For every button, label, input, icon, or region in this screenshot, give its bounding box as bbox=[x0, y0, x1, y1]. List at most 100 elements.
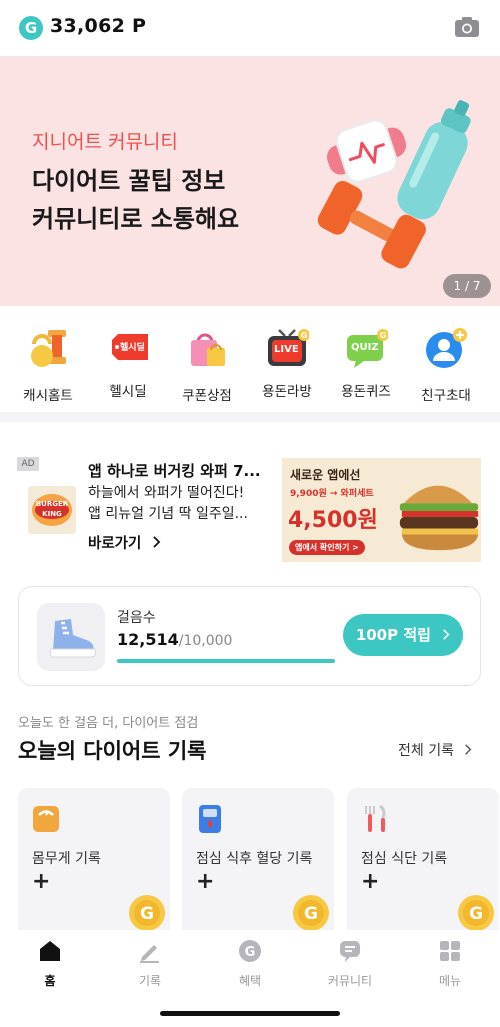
view-all-label: 전체 기록 bbox=[398, 743, 454, 759]
svg-text:G: G bbox=[469, 904, 483, 924]
earn-points-label: 100P 적립 bbox=[355, 626, 431, 644]
live-tv-icon: G LIVE bbox=[265, 326, 309, 370]
glucose-record-card[interactable]: 점심 식후 혈당 기록 + G bbox=[182, 788, 334, 938]
card-label: 몸무게 기록 bbox=[32, 851, 101, 867]
shortcut-coupon-store[interactable]: 쿠폰상점 bbox=[168, 326, 246, 404]
banner-title-line2: 커뮤니티로 소통해요 bbox=[32, 205, 240, 233]
burger-king-logo: BURGER KING bbox=[28, 486, 76, 534]
pencil-icon bbox=[140, 945, 159, 963]
nav-label: 커뮤니티 bbox=[327, 974, 373, 988]
g-coin-icon: G bbox=[458, 895, 494, 931]
ad-desc-line2: 앱 리뉴얼 기념 딱 일주일... bbox=[88, 506, 248, 522]
shortcut-label: 용돈퀴즈 bbox=[341, 384, 391, 400]
camera-icon[interactable] bbox=[454, 16, 480, 38]
shortcut-menu: 캐시홈트 헬시딜 헬시딜 쿠폰상점 G LIVE 용돈라방 G QUIZ 용돈퀴… bbox=[0, 306, 500, 412]
promo-banner[interactable]: 지니어트 커뮤니티 다이어트 꿀팁 정보 커뮤니티로 소통해요 1 / 7 bbox=[0, 56, 500, 306]
points-balance[interactable]: 33,062 P bbox=[50, 15, 146, 37]
kettlebell-icon bbox=[31, 330, 66, 367]
svg-text:G: G bbox=[304, 904, 318, 924]
nav-menu[interactable]: 메뉴 bbox=[400, 938, 500, 989]
ad-title: 앱 하나로 버거킹 와퍼 7... bbox=[88, 462, 261, 480]
svg-text:G: G bbox=[301, 331, 308, 340]
fork-knife-icon bbox=[365, 804, 386, 832]
steps-section: 걸음수 12,514/10,000 100P 적립 bbox=[0, 584, 500, 696]
nav-label: 기록 bbox=[138, 974, 162, 988]
banner-title: 다이어트 꿀팁 정보 커뮤니티로 소통해요 bbox=[32, 162, 239, 238]
shortcut-cash-home-training[interactable]: 캐시홈트 bbox=[9, 326, 87, 404]
nav-benefits[interactable]: G 혜택 bbox=[200, 938, 300, 989]
steps-count: 12,514/10,000 bbox=[117, 630, 232, 649]
nav-label: 메뉴 bbox=[438, 974, 462, 988]
burger-illustration bbox=[399, 485, 479, 551]
shortcut-label: 쿠폰상점 bbox=[182, 388, 232, 404]
ad-image-old-price: 9,900원 → 와퍼세트 bbox=[290, 489, 374, 499]
svg-text:G: G bbox=[380, 331, 387, 340]
shortcut-label: 헬시딜 bbox=[109, 384, 147, 400]
bottom-navigation: 홈 기록 G 혜택 커뮤니티 메뉴 bbox=[0, 930, 500, 1027]
banner-eyebrow: 지니어트 커뮤니티 bbox=[32, 131, 178, 153]
nav-home[interactable]: 홈 bbox=[0, 938, 100, 989]
add-icon: + bbox=[32, 869, 51, 894]
fitness-illustration bbox=[317, 100, 471, 269]
ad-banner[interactable]: AD BURGER KING 앱 하나로 버거킹 와퍼 7... 하늘에서 와퍼… bbox=[0, 422, 500, 584]
diet-title: 오늘의 다이어트 기록 bbox=[18, 739, 207, 763]
ad-image[interactable]: 새로운 앱에선 9,900원 → 와퍼세트 4,500원 앱에서 확인하기 > bbox=[282, 458, 481, 562]
live-badge: LIVE bbox=[274, 344, 299, 355]
ad-tag: AD bbox=[17, 457, 39, 471]
steps-progress-bar bbox=[117, 659, 335, 663]
lunch-meal-record-card[interactable]: 점심 식단 기록 + G bbox=[347, 788, 499, 938]
nav-label: 혜택 bbox=[238, 974, 262, 988]
steps-count-value: 12,514 bbox=[117, 630, 179, 649]
shortcut-invite-friend[interactable]: 친구초대 bbox=[407, 326, 485, 404]
g-coin-icon: G bbox=[293, 895, 329, 931]
ad-description: 하늘에서 와퍼가 떨어진다! 앱 리뉴얼 기념 딱 일주일... bbox=[88, 483, 266, 525]
shoe-icon-box bbox=[37, 603, 105, 671]
ad-image-headline: 새로운 앱에선 bbox=[290, 468, 361, 482]
chat-bubble-icon bbox=[340, 941, 360, 962]
steps-label: 걸음수 bbox=[117, 610, 156, 626]
home-icon bbox=[40, 941, 60, 961]
steps-card[interactable]: 걸음수 12,514/10,000 100P 적립 bbox=[18, 586, 481, 686]
steps-goal: /10,000 bbox=[178, 633, 233, 649]
earn-points-button[interactable]: 100P 적립 bbox=[343, 614, 463, 656]
shortcut-healthy-deal[interactable]: 헬시딜 헬시딜 bbox=[89, 326, 167, 400]
shortcut-live-broadcast[interactable]: G LIVE 용돈라방 bbox=[248, 326, 326, 400]
weight-record-card[interactable]: 몸무게 기록 + G bbox=[18, 788, 170, 938]
quiz-badge: QUIZ bbox=[351, 342, 379, 353]
card-label: 점심 식후 혈당 기록 bbox=[196, 851, 313, 867]
chevron-right-icon bbox=[465, 744, 472, 755]
scale-icon bbox=[33, 806, 59, 832]
quiz-bubble-icon: G QUIZ bbox=[344, 326, 388, 370]
nav-label: 홈 bbox=[44, 974, 56, 988]
banner-page-indicator: 1 / 7 bbox=[443, 274, 491, 298]
shortcut-label: 용돈라방 bbox=[262, 384, 312, 400]
nav-record[interactable]: 기록 bbox=[100, 938, 200, 989]
nav-community[interactable]: 커뮤니티 bbox=[300, 938, 400, 989]
svg-text:G: G bbox=[245, 945, 256, 960]
diet-record-section: 오늘도 한 걸음 더, 다이어트 점검 오늘의 다이어트 기록 전체 기록 몸무… bbox=[0, 696, 500, 938]
top-header: G 33,062 P bbox=[0, 0, 500, 56]
view-all-records-link[interactable]: 전체 기록 bbox=[398, 740, 472, 760]
add-friend-icon bbox=[426, 328, 467, 368]
ad-desc-line1: 하늘에서 와퍼가 떨어진다! bbox=[88, 485, 245, 501]
add-icon: + bbox=[361, 869, 380, 894]
chevron-right-icon bbox=[443, 629, 450, 640]
glucose-meter-icon bbox=[199, 805, 221, 833]
healthy-deal-tag-icon: 헬시딜 bbox=[106, 326, 150, 370]
shopping-bag-icon bbox=[191, 333, 225, 366]
shortcut-label: 캐시홈트 bbox=[23, 388, 73, 404]
chevron-right-icon bbox=[153, 536, 161, 548]
menu-grid-icon bbox=[440, 941, 460, 961]
svg-text:G: G bbox=[140, 904, 154, 924]
card-label: 점심 식단 기록 bbox=[361, 851, 448, 867]
ad-image-button: 앱에서 확인하기 > bbox=[289, 540, 365, 555]
home-indicator bbox=[160, 1011, 340, 1016]
ad-image-price: 4,500원 bbox=[288, 508, 378, 533]
g-coin-icon: G bbox=[129, 895, 165, 931]
shortcut-quiz[interactable]: G QUIZ 용돈퀴즈 bbox=[327, 326, 405, 400]
steps-progress-fill bbox=[117, 659, 335, 663]
ad-go-link[interactable]: 바로가기 bbox=[88, 532, 161, 553]
banner-title-line1: 다이어트 꿀팁 정보 bbox=[32, 167, 226, 195]
g-logo-icon: G bbox=[19, 16, 43, 40]
g-coin-icon: G bbox=[239, 940, 261, 962]
